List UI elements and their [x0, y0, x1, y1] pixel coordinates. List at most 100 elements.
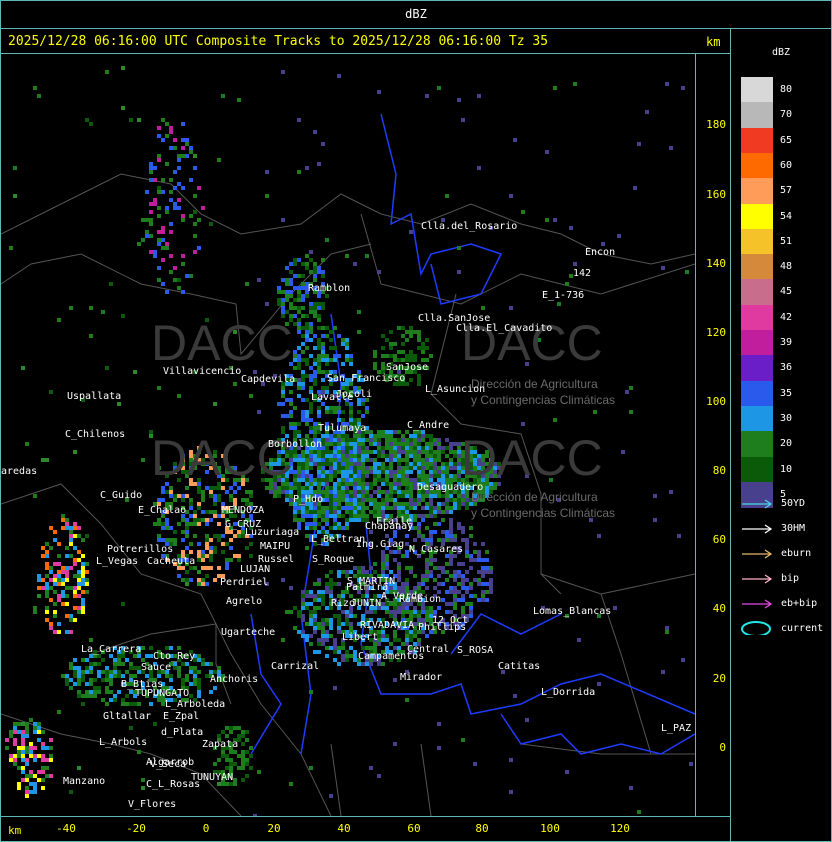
place-label: Ing.Giag: [356, 539, 405, 550]
track-arrow-icon: [742, 549, 773, 559]
legend-label: 70: [780, 109, 793, 121]
y-tick-label: 0: [719, 741, 726, 754]
place-label: V_Flores: [128, 799, 177, 810]
place-label: Campamentos: [358, 651, 425, 662]
legend-swatch: [741, 355, 773, 382]
x-tick-label: 20: [267, 822, 281, 835]
place-label: Uspallata: [67, 391, 122, 402]
watermark-text: y Contingencias Climáticas: [471, 393, 616, 407]
place-label: aredas: [1, 466, 38, 477]
place-label: Cacheuta: [147, 556, 196, 567]
place-label: San Francisco: [327, 373, 406, 384]
legend-label: 57: [780, 185, 793, 197]
place-label: 12_Oct: [432, 615, 469, 626]
x-tick-label: 0: [202, 822, 210, 835]
place-label: Rambion: [399, 594, 442, 605]
x-tick-label: 120: [610, 822, 630, 835]
place-label: L_Arboleda: [165, 699, 226, 710]
place-label: E_Zpal: [163, 711, 200, 722]
place-label: Anchoris: [210, 674, 259, 685]
y-tick-label: 120: [706, 326, 726, 339]
legend-swatch: [741, 152, 773, 179]
track-arrow-icon: [742, 524, 773, 534]
place-label: MAIPU: [260, 541, 291, 552]
y-tick-label: 20: [712, 672, 726, 685]
legend-title: dBZ: [772, 47, 791, 58]
track-arrow-icon: [742, 574, 773, 584]
place-label: SanJose: [386, 362, 429, 373]
legend-swatch: [741, 203, 773, 230]
place-label: Carrizal: [271, 661, 320, 672]
legend-track-label: 50YD: [781, 498, 806, 509]
place-label: E_Chalao: [138, 505, 187, 516]
legend-swatch: [741, 254, 773, 280]
place-label: S_Roque: [312, 554, 355, 565]
current-ellipse-icon: [741, 621, 771, 635]
place-label: L_Arbols: [99, 737, 148, 748]
place-label: Fraile: [376, 516, 413, 527]
legend-swatch: [741, 127, 773, 154]
x-tick-label: 60: [407, 822, 421, 835]
place-label: Sauce: [141, 662, 172, 673]
place-label: TUNUYAN: [191, 772, 234, 783]
watermark-text: y Contingencias Climáticas: [471, 506, 616, 520]
watermark-text: Dirección de Agricultura: [471, 490, 598, 504]
legend-track-label: 30HM: [781, 523, 806, 534]
y-tick-label: 60: [712, 533, 726, 546]
place-label: E_1-736: [542, 290, 585, 301]
place-label: La_Carrera: [81, 644, 142, 655]
place-label: S_ROSA: [457, 645, 494, 656]
place-label: d_Plata: [161, 727, 204, 738]
place-label: Villavicencio: [163, 366, 242, 377]
legend-label: 30: [780, 412, 793, 424]
header-title: 2025/12/28 06:16:00 UTC Composite Tracks…: [8, 34, 549, 49]
place-label: Ugarteche: [221, 627, 276, 638]
legend-label: 36: [780, 362, 793, 374]
place-label: Ramblon: [308, 283, 351, 294]
legend-track-label: bip: [781, 573, 800, 584]
watermark-logo: DACC: [151, 315, 293, 371]
legend-label: 42: [780, 311, 793, 323]
place-label: C_Chilenos: [65, 429, 126, 440]
legend-swatch: [741, 405, 773, 432]
place-label: P_Hdo: [293, 494, 324, 505]
legend-swatch: [741, 178, 773, 204]
place-label: Catitas: [498, 661, 541, 672]
legend-track-label: eb+bip: [781, 598, 818, 609]
legend-label: 45: [780, 286, 793, 298]
place-label: MENDOZA: [222, 505, 265, 516]
place-label: L_Asuncion: [425, 384, 486, 395]
y-tick-label: 140: [706, 257, 726, 270]
place-label: Clla.del_Rosario: [421, 221, 518, 232]
legend-swatch: [741, 456, 773, 483]
place-label: Luzuriaga: [245, 527, 300, 538]
legend-label: 51: [780, 235, 793, 247]
place-label: L_Vegas: [96, 556, 139, 567]
x-tick-label: 40: [337, 822, 351, 835]
x-axis-unit: km: [8, 824, 22, 837]
legend-swatch: [741, 77, 773, 103]
place-label: L_Dorrida: [541, 687, 596, 698]
place-label: Capdevila: [241, 374, 296, 385]
legend-label: 10: [780, 463, 793, 475]
legend-track-label: eburn: [781, 548, 812, 559]
legend-track-label: current: [781, 623, 824, 634]
place-label: Manzano: [63, 776, 106, 787]
place-label: Jocoli: [336, 389, 373, 400]
legend-swatch: [741, 228, 773, 255]
place-label: Tulumaya: [318, 423, 367, 434]
x-tick-label: 100: [540, 822, 560, 835]
radar-map[interactable]: DACC DACC DACC DACC Dirección de Agricul…: [1, 54, 695, 816]
top-title: dBZ: [405, 7, 427, 21]
place-label: LUJAN: [240, 564, 271, 575]
place-label: Potrerillos: [107, 544, 174, 555]
legend-swatch: [741, 279, 773, 306]
place-label: L_PAZ: [661, 723, 692, 734]
place-label: RIVADAVIA: [360, 620, 415, 631]
legend-label: 65: [780, 134, 793, 146]
place-label: Desaguadero: [417, 482, 484, 493]
x-tick-label: -20: [126, 822, 146, 835]
y-tick-label: 160: [706, 188, 726, 201]
legend-label: 54: [780, 210, 793, 222]
legend-label: 80: [780, 84, 793, 95]
